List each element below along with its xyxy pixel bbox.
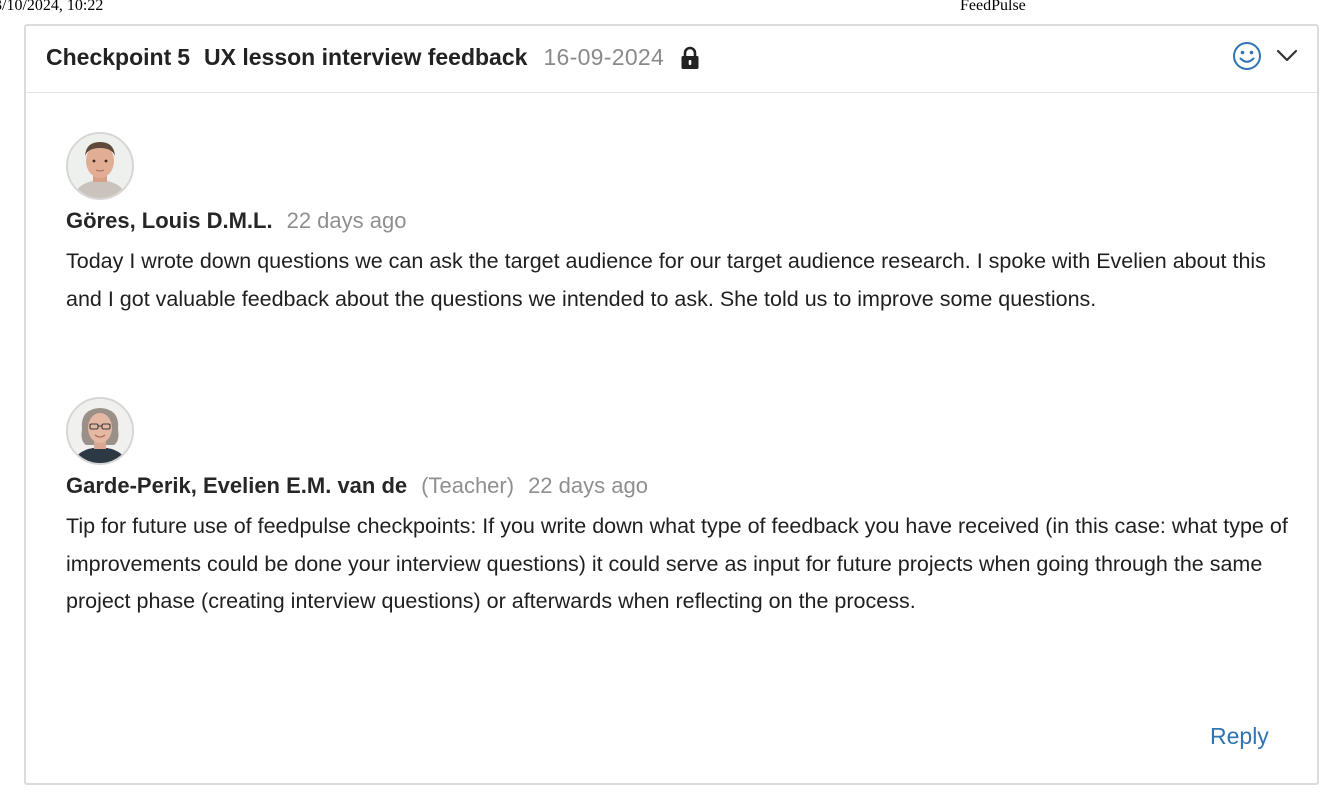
checkpoint-date: 16-09-2024: [543, 44, 665, 70]
comment-text: Today I wrote down questions we can ask …: [66, 249, 1266, 311]
comment-item: Göres, Louis D.M.L. 22 days ago Today I …: [66, 132, 1306, 318]
print-page-title: FeedPulse: [960, 0, 1026, 14]
comment-time: 22 days ago: [528, 473, 648, 498]
checkpoint-header[interactable]: Checkpoint 5 UX lesson interview feedbac…: [26, 26, 1317, 93]
reply-link[interactable]: Reply: [1210, 723, 1269, 750]
lock-icon: [680, 46, 700, 70]
comment-role-badge: (Teacher): [421, 473, 515, 498]
checkpoint-number: 5: [177, 44, 191, 70]
checkpoint-name: UX lesson interview feedback: [204, 44, 528, 70]
avatar: [66, 397, 134, 465]
smiley-icon[interactable]: [1232, 41, 1262, 71]
checkpoint-card: Checkpoint 5 UX lesson interview feedbac…: [24, 24, 1319, 785]
print-datetime: 3/10/2024, 10:22: [0, 0, 104, 14]
comment-text: Tip for future use of feedpulse checkpoi…: [66, 514, 1288, 613]
comment-meta: Göres, Louis D.M.L. 22 days ago: [66, 208, 1306, 238]
checkpoint-label: Checkpoint: [46, 44, 172, 70]
checkpoint-title-group: Checkpoint 5 UX lesson interview feedbac…: [46, 44, 700, 71]
print-header: 3/10/2024, 10:22 FeedPulse: [0, 0, 1343, 15]
comment-author: Garde-Perik, Evelien E.M. van de: [66, 473, 408, 498]
chevron-down-icon[interactable]: [1276, 48, 1298, 64]
avatar: [66, 132, 134, 200]
comment-time: 22 days ago: [286, 208, 407, 233]
comment-item: Garde-Perik, Evelien E.M. van de (Teache…: [66, 397, 1306, 621]
comment-author: Göres, Louis D.M.L.: [66, 208, 273, 233]
comment-meta: Garde-Perik, Evelien E.M. van de (Teache…: [66, 473, 1306, 503]
